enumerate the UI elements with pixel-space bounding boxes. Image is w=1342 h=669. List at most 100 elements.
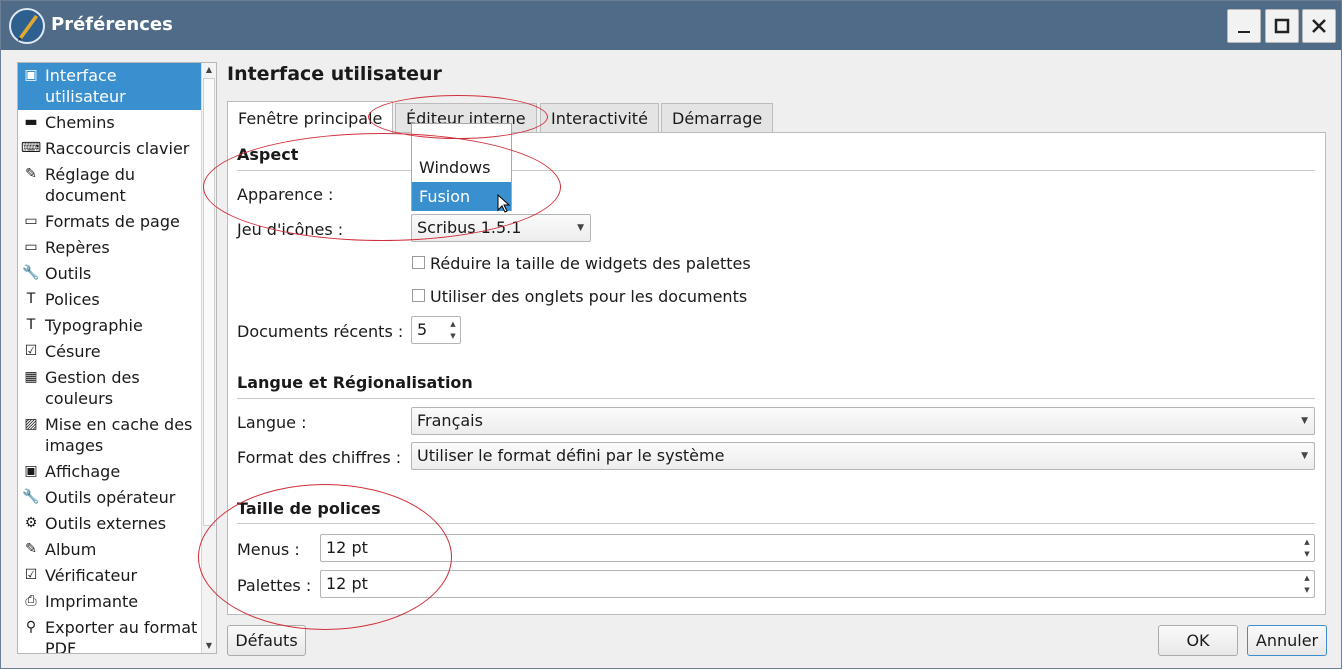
tab-startup[interactable]: Démarrage	[661, 103, 774, 133]
scroll-down-arrow-icon[interactable]: ▼	[202, 639, 216, 653]
sidebar-item[interactable]: ▭ Repères	[18, 235, 202, 261]
sidebar-item-label: Vérificateur	[45, 566, 138, 585]
guides-icon: ▭	[24, 239, 38, 255]
appearance-dropdown-list[interactable]: Windows Fusion	[411, 123, 512, 213]
sidebar-item-label: Exporter au format PDF	[45, 618, 198, 654]
sidebar-item-label: Réglage du document	[45, 165, 136, 205]
sidebar-item[interactable]: ☑ Césure	[18, 339, 202, 365]
sidebar-item-label: Repères	[45, 238, 110, 257]
sidebar-item-label: Typographie	[45, 316, 143, 335]
sidebar-item[interactable]: ⚲ Exporter au format PDF	[18, 615, 202, 654]
checkbox-icon: ☑	[24, 343, 38, 359]
preferences-window: Préférences ▣ Interface utilisateur ▬ Chemi…	[0, 0, 1342, 669]
minimize-button[interactable]	[1227, 9, 1261, 43]
image-icon: ▨	[24, 416, 38, 432]
sidebar-item-label: Raccourcis clavier	[45, 139, 190, 158]
recent-documents-label: Documents récents :	[237, 322, 404, 341]
scroll-up-arrow-icon[interactable]: ▲	[202, 63, 216, 77]
sidebar-item[interactable]: T Polices	[18, 287, 202, 313]
divider	[237, 170, 1315, 171]
sidebar-item[interactable]: ⎙ Imprimante	[18, 589, 202, 615]
number-format-value: Utiliser le format défini par le système	[417, 446, 725, 465]
spin-arrows-icon[interactable]: ▲ ▼	[447, 318, 459, 342]
scrollbar-thumb[interactable]	[203, 78, 215, 526]
chevron-down-icon: ▼	[1301, 416, 1308, 426]
wrench-icon: 🔧	[22, 265, 40, 281]
sidebar-item[interactable]: ▬ Chemins	[18, 110, 202, 136]
sidebar-item[interactable]: ☑ Vérificateur	[18, 563, 202, 589]
sidebar-item[interactable]: ✎ Album	[18, 537, 202, 563]
mouse-cursor-icon	[497, 194, 511, 213]
number-format-select[interactable]: Utiliser le format défini par le système…	[411, 442, 1315, 470]
sidebar-item[interactable]: ▨ Mise en cache des images	[18, 412, 202, 459]
sidebar-item-label: Imprimante	[45, 592, 139, 611]
divider	[237, 398, 1315, 399]
icon-set-select[interactable]: Scribus 1.5.1 ▼	[411, 214, 591, 242]
sidebar-item[interactable]: ▭ Formats de page	[18, 209, 202, 235]
page-title: Interface utilisateur	[227, 63, 442, 85]
chevron-down-icon: ▼	[1301, 451, 1308, 461]
typography-icon: T	[26, 317, 36, 333]
menus-font-label: Menus :	[237, 540, 300, 559]
palettes-font-spinbox[interactable]: 12 pt ▲ ▼	[320, 570, 1315, 598]
sidebar-item[interactable]: ⚙ Outils externes	[18, 511, 202, 537]
sidebar-item[interactable]: ▦ Gestion des couleurs	[18, 365, 202, 412]
number-format-label: Format des chiffres :	[237, 448, 402, 467]
spin-arrows-icon[interactable]: ▲ ▼	[1301, 572, 1313, 596]
sidebar-item[interactable]: 🔧 Outils	[18, 261, 202, 287]
sidebar-item-label: Gestion des couleurs	[45, 368, 140, 408]
keyboard-icon: ⌨	[20, 140, 42, 156]
sidebar-item[interactable]: ▣ Interface utilisateur	[18, 63, 202, 110]
sidebar-item[interactable]: ▣ Affichage	[18, 459, 202, 485]
appearance-option-windows[interactable]: Windows	[412, 153, 511, 182]
menus-font-spinbox[interactable]: 12 pt ▲ ▼	[320, 534, 1315, 562]
sidebar-item-label: Outils opérateur	[45, 488, 176, 507]
menus-font-value: 12 pt	[326, 538, 368, 557]
sidebar-item[interactable]: ✎ Réglage du document	[18, 162, 202, 209]
language-select[interactable]: Français ▼	[411, 407, 1315, 435]
window-title: Préférences	[51, 14, 173, 35]
sidebar-item-label: Outils	[45, 264, 92, 283]
document-tabs-label: Utiliser des onglets pour les documents	[430, 287, 748, 306]
recent-documents-value: 5	[417, 320, 428, 339]
appearance-label: Apparence :	[237, 185, 334, 204]
spin-arrows-icon[interactable]: ▲ ▼	[1301, 536, 1313, 560]
language-value: Français	[417, 411, 483, 430]
page-format-icon: ▭	[24, 213, 38, 229]
folder-icon: ▬	[24, 114, 38, 130]
defaults-button[interactable]: Défauts	[227, 625, 306, 656]
sidebar-item[interactable]: T Typographie	[18, 313, 202, 339]
chevron-down-icon: ▼	[577, 223, 584, 233]
pdf-icon: ⚲	[25, 619, 37, 635]
ok-button[interactable]: OK	[1158, 625, 1238, 656]
document-tabs-checkbox[interactable]	[412, 289, 425, 302]
sidebar-item-label: Outils externes	[45, 514, 167, 533]
sidebar-scrollbar[interactable]: ▲ ▼	[201, 63, 216, 653]
printer-icon: ⎙	[25, 593, 37, 609]
divider	[237, 523, 1315, 524]
icon-set-value: Scribus 1.5.1	[417, 218, 522, 237]
close-button[interactable]	[1302, 9, 1336, 43]
wrench-icon: 🔧	[22, 489, 40, 505]
cancel-button[interactable]: Annuler	[1247, 625, 1327, 656]
preferences-sidebar: ▣ Interface utilisateur ▬ Chemins ⌨ Raccourci…	[17, 62, 217, 654]
palettes-font-value: 12 pt	[326, 574, 368, 593]
small-widgets-checkbox[interactable]	[412, 256, 425, 269]
recent-documents-spinbox[interactable]: 5 ▲ ▼	[411, 316, 461, 344]
palettes-font-label: Palettes :	[237, 576, 312, 595]
sidebar-item-label: Mise en cache des images	[45, 415, 193, 455]
color-management-icon: ▦	[24, 369, 38, 385]
sidebar-item-label: Affichage	[45, 462, 121, 481]
sidebar-item-label: Césure	[45, 342, 101, 361]
maximize-button[interactable]	[1265, 9, 1299, 43]
document-settings-icon: ✎	[25, 166, 37, 182]
sidebar-list: ▣ Interface utilisateur ▬ Chemins ⌨ Raccourci…	[18, 63, 202, 654]
title-bar[interactable]: Préférences	[1, 1, 1341, 50]
sidebar-item-label: Polices	[45, 290, 100, 309]
tab-interactivity[interactable]: Interactivité	[540, 103, 659, 133]
album-icon: ✎	[25, 541, 37, 557]
sidebar-item[interactable]: 🔧 Outils opérateur	[18, 485, 202, 511]
sidebar-item[interactable]: ⌨ Raccourcis clavier	[18, 136, 202, 162]
tab-main-window[interactable]: Fenêtre principale	[227, 101, 394, 134]
sidebar-item-label: Formats de page	[45, 212, 180, 231]
